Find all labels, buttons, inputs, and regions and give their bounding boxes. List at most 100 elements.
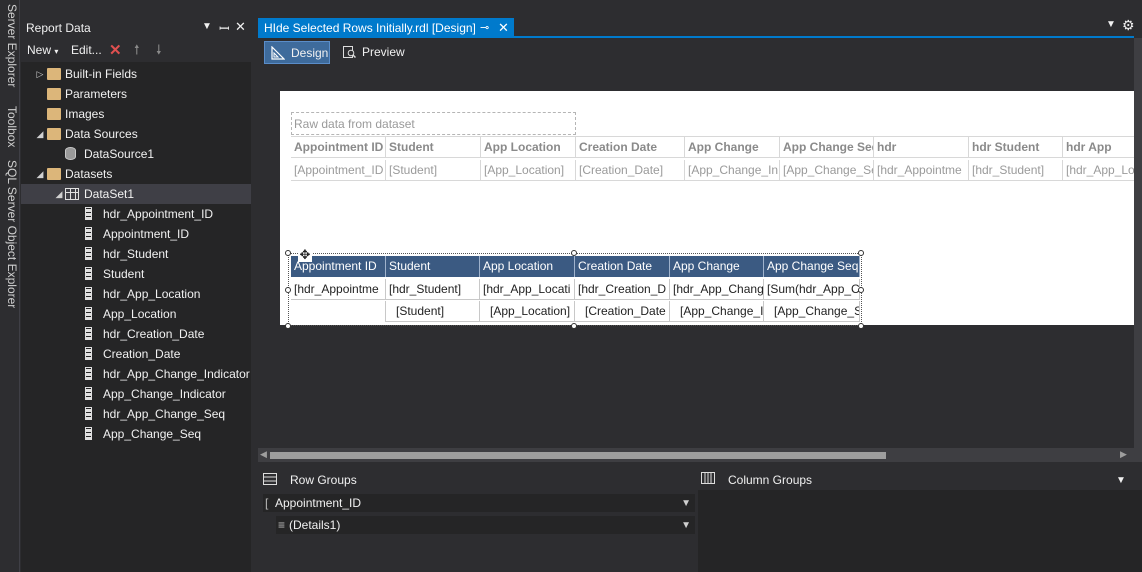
resize-handle[interactable]: [285, 323, 291, 329]
tree-item-label: DataSet1: [84, 187, 135, 201]
scroll-left-arrow-icon[interactable]: ◀: [260, 449, 267, 460]
tree-item-data-sources[interactable]: ◢ Data Sources: [21, 124, 251, 144]
raw-value-cell[interactable]: [hdr_Student]: [969, 160, 1063, 181]
tree-item-hdr-creation-date[interactable]: hdr_Creation_Date: [21, 324, 251, 344]
tree-item-creation-date[interactable]: Creation_Date: [21, 344, 251, 364]
tree-item-hdr-app-change-indicator[interactable]: hdr_App_Change_Indicator: [21, 364, 251, 384]
field-icon: [85, 267, 92, 280]
expand-arrow-icon[interactable]: ▷: [35, 64, 45, 84]
tree-item-appointment-id[interactable]: Appointment_ID: [21, 224, 251, 244]
server-explorer-tab[interactable]: Server Explorer: [1, 4, 19, 87]
resize-handle[interactable]: [571, 250, 577, 256]
raw-value-cell[interactable]: [Student]: [386, 160, 481, 181]
pin-icon[interactable]: ꟷ: [219, 19, 230, 37]
tab-pin-icon[interactable]: ⊸: [480, 21, 489, 34]
tree-item-built-in-fields[interactable]: ▷ Built-in Fields: [21, 64, 251, 84]
resize-handle[interactable]: [285, 250, 291, 256]
edit-button[interactable]: Edit...: [71, 43, 102, 57]
raw-data-caption-textbox[interactable]: Raw data from dataset: [291, 112, 576, 135]
raw-value-cell[interactable]: [App_Change_Se: [780, 160, 874, 181]
settings-gear-icon[interactable]: ⚙: [1122, 17, 1135, 34]
horizontal-scroll-thumb[interactable]: [270, 452, 886, 459]
new-button[interactable]: New ▾: [27, 43, 58, 57]
view-switch-bar: Design Preview: [258, 38, 1134, 66]
toolbox-tab[interactable]: Toolbox: [1, 106, 19, 147]
collapse-arrow-icon[interactable]: ◢: [35, 164, 45, 184]
tree-item-datasource1[interactable]: DataSource1: [21, 144, 251, 164]
raw-header-cell[interactable]: hdr Student: [969, 137, 1063, 158]
design-view-button[interactable]: Design: [264, 41, 330, 64]
report-data-toolbar: New ▾ Edit... ✕ 🠕 🠗: [21, 40, 251, 62]
raw-header-cell[interactable]: App Change Seq: [780, 137, 874, 158]
tab-list-dropdown-icon[interactable]: ▼: [1106, 19, 1116, 30]
resize-handle[interactable]: [571, 323, 577, 329]
report-data-title-bar: Report Data ▼ ꟷ ✕: [21, 16, 251, 40]
tree-item-hdr-app-change-seq[interactable]: hdr_App_Change_Seq: [21, 404, 251, 424]
preview-view-label: Preview: [362, 45, 405, 59]
raw-header-cell[interactable]: hdr App: [1063, 137, 1142, 158]
panel-splitter[interactable]: [251, 16, 258, 572]
raw-value-cell[interactable]: [Creation_Date]: [576, 160, 685, 181]
document-tab[interactable]: HIde Selected Rows Initially.rdl [Design…: [258, 18, 514, 38]
tree-item-hdr-student[interactable]: hdr_Student: [21, 244, 251, 264]
raw-header-cell[interactable]: Appointment ID: [291, 137, 386, 158]
tree-item-app-location[interactable]: App_Location: [21, 304, 251, 324]
tree-item-parameters[interactable]: Parameters: [21, 84, 251, 104]
vertical-scrollbar[interactable]: [1134, 38, 1142, 462]
row-groups-list: [ Appointment_ID ▼ ≡ (Details1) ▼: [258, 490, 696, 572]
column-groups-icon: [701, 472, 715, 484]
raw-header-cell[interactable]: Student: [386, 137, 481, 158]
tree-item-dataset1[interactable]: ◢ DataSet1: [21, 184, 251, 204]
sql-server-object-explorer-tab[interactable]: SQL Server Object Explorer: [1, 160, 19, 308]
tree-item-hdr-app-location[interactable]: hdr_App_Location: [21, 284, 251, 304]
raw-value-cell[interactable]: [hdr_App_Lo: [1063, 160, 1142, 181]
tree-item-label: App_Change_Indicator: [103, 387, 226, 401]
move-down-icon[interactable]: 🠗: [156, 41, 162, 63]
field-icon: [85, 367, 92, 380]
document-tab-title: HIde Selected Rows Initially.rdl [Design…: [264, 21, 476, 35]
move-handle-icon[interactable]: ✥: [298, 248, 312, 262]
scroll-right-arrow-icon[interactable]: ▶: [1120, 449, 1127, 460]
resize-handle[interactable]: [858, 323, 864, 329]
row-group-details[interactable]: ≡ (Details1) ▼: [275, 515, 696, 535]
grouping-options-dropdown-icon[interactable]: ▼: [1116, 475, 1126, 486]
row-group-appointment-id[interactable]: [ Appointment_ID ▼: [262, 493, 696, 513]
collapse-arrow-icon[interactable]: ◢: [54, 184, 64, 204]
tablix-selection-frame: [288, 253, 862, 326]
resize-handle[interactable]: [858, 287, 864, 293]
move-up-icon[interactable]: 🠕: [134, 41, 140, 63]
side-tool-strip: Server Explorer Toolbox SQL Server Objec…: [0, 0, 20, 572]
preview-view-button[interactable]: Preview: [336, 41, 412, 64]
raw-value-cell[interactable]: [App_Change_In: [685, 160, 780, 181]
raw-table-top-border: [291, 136, 1142, 137]
design-ruler-icon: [271, 46, 285, 60]
tree-item-label: Built-in Fields: [65, 67, 138, 81]
row-group-dropdown-icon[interactable]: ▼: [681, 494, 691, 513]
panel-menu-icon[interactable]: ▼: [202, 21, 212, 32]
raw-header-cell[interactable]: hdr: [874, 137, 969, 158]
tab-close-icon[interactable]: ✕: [498, 20, 509, 36]
tree-item-images[interactable]: Images: [21, 104, 251, 124]
delete-icon[interactable]: ✕: [109, 41, 122, 59]
raw-value-cell[interactable]: [hdr_Appointme: [874, 160, 969, 181]
tree-item-app-change-seq[interactable]: App_Change_Seq: [21, 424, 251, 444]
resize-handle[interactable]: [858, 250, 864, 256]
raw-header-cell[interactable]: Creation Date: [576, 137, 685, 158]
raw-value-cell[interactable]: [App_Location]: [481, 160, 576, 181]
close-icon[interactable]: ✕: [235, 19, 246, 35]
tree-item-app-change-indicator[interactable]: App_Change_Indicator: [21, 384, 251, 404]
tree-item-datasets[interactable]: ◢ Datasets: [21, 164, 251, 184]
details-lines-icon: ≡: [278, 518, 286, 532]
raw-header-cell[interactable]: App Location: [481, 137, 576, 158]
field-icon: [85, 307, 92, 320]
tree-item-student[interactable]: Student: [21, 264, 251, 284]
tree-item-label: Appointment_ID: [103, 227, 190, 241]
collapse-arrow-icon[interactable]: ◢: [35, 124, 45, 144]
tree-item-label: Data Sources: [65, 127, 138, 141]
report-body[interactable]: Raw data from dataset Appointment ID [App…: [280, 91, 1142, 329]
resize-handle[interactable]: [285, 287, 291, 293]
raw-value-cell[interactable]: [Appointment_ID: [291, 160, 386, 181]
row-group-dropdown-icon[interactable]: ▼: [681, 516, 691, 535]
raw-header-cell[interactable]: App Change: [685, 137, 780, 158]
tree-item-hdr-appointment-id[interactable]: hdr_Appointment_ID: [21, 204, 251, 224]
